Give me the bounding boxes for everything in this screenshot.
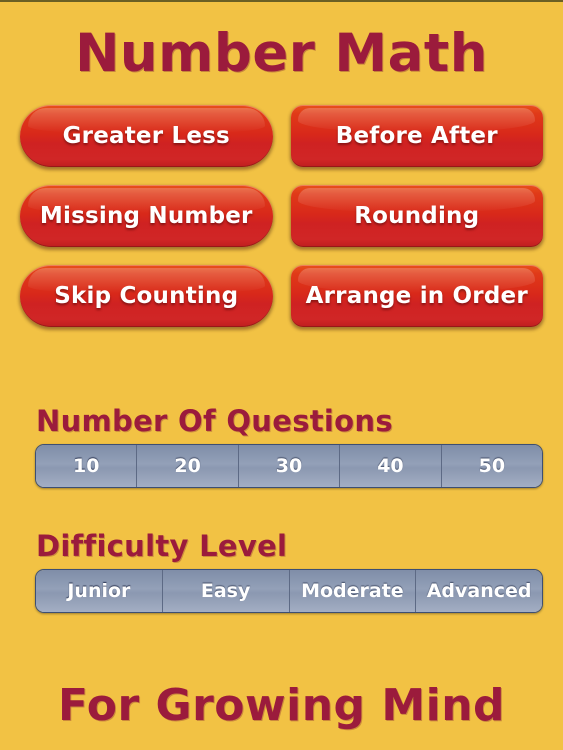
topic-button-missing-number[interactable]: Missing Number: [20, 185, 273, 247]
segment-questions-10[interactable]: 10: [36, 445, 138, 488]
topic-button-before-after[interactable]: Before After: [290, 105, 543, 167]
page-title: Number Math: [75, 23, 488, 84]
segment-questions-40[interactable]: 40: [340, 445, 442, 488]
segment-questions-50[interactable]: 50: [441, 445, 542, 488]
topic-button-rounding[interactable]: Rounding: [290, 185, 543, 247]
segment-difficulty-moderate[interactable]: Moderate: [289, 570, 417, 613]
footer-tagline: For Growing Mind: [57, 680, 506, 731]
topic-button-grid: Greater Less Before After Missing Number…: [20, 105, 543, 327]
topic-button-arrange-in-order[interactable]: Arrange in Order: [290, 265, 543, 327]
topic-row: Greater Less Before After: [20, 105, 543, 167]
segment-questions-30[interactable]: 30: [238, 445, 341, 488]
number-of-questions-section: Number Of Questions 10 20 30 40 50: [0, 404, 563, 489]
topic-row: Missing Number Rounding: [20, 185, 543, 247]
segment-questions-20[interactable]: 20: [137, 445, 239, 488]
number-of-questions-label: Number Of Questions: [36, 404, 393, 438]
topic-button-skip-counting[interactable]: Skip Counting: [20, 265, 273, 327]
difficulty-level-section: Difficulty Level Junior Easy Moderate Ad…: [0, 529, 563, 614]
app-root: Number Math Greater Less Before After Mi…: [0, 0, 563, 750]
topic-button-greater-less[interactable]: Greater Less: [20, 105, 273, 167]
segment-difficulty-advanced[interactable]: Advanced: [416, 570, 542, 613]
number-of-questions-segmented-control[interactable]: 10 20 30 40 50: [35, 444, 543, 489]
segment-difficulty-junior[interactable]: Junior: [36, 570, 163, 613]
difficulty-level-label: Difficulty Level: [36, 529, 288, 563]
segment-difficulty-easy[interactable]: Easy: [162, 570, 290, 613]
difficulty-level-segmented-control[interactable]: Junior Easy Moderate Advanced: [35, 569, 543, 614]
topic-row: Skip Counting Arrange in Order: [20, 265, 543, 327]
